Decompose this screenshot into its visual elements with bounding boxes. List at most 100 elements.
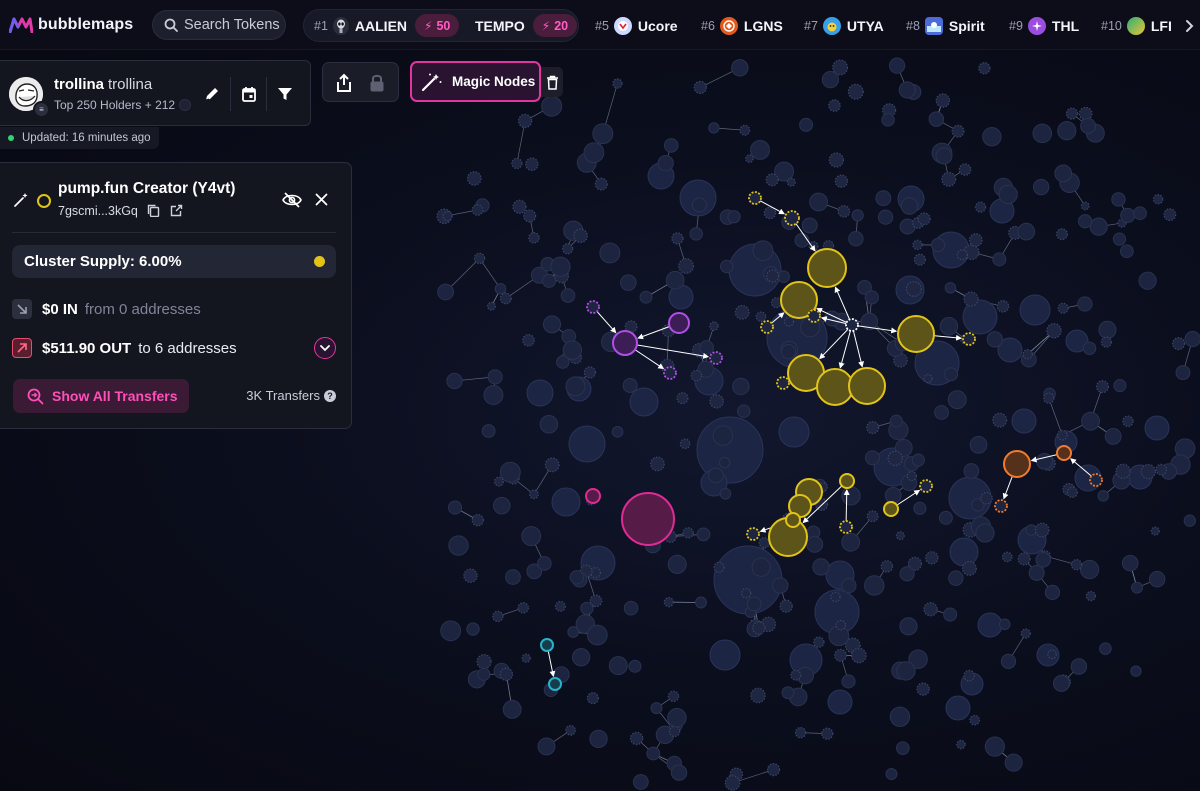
cluster-bubble[interactable] <box>1056 445 1072 461</box>
lock-button[interactable] <box>369 73 385 98</box>
contract-bubble[interactable] <box>956 249 968 261</box>
copy-icon[interactable] <box>147 204 160 218</box>
contract-bubble[interactable] <box>544 457 560 473</box>
holder-bubble[interactable] <box>493 496 511 515</box>
contract-bubble[interactable] <box>1172 337 1186 351</box>
contract-bubble[interactable] <box>713 561 725 573</box>
contract-bubble[interactable] <box>980 491 993 505</box>
holder-bubble[interactable] <box>1131 581 1143 594</box>
contract-bubble[interactable] <box>679 438 691 450</box>
contract-bubble[interactable] <box>523 209 537 223</box>
holder-bubble[interactable] <box>1148 570 1166 588</box>
contract-bubble[interactable] <box>1066 486 1078 499</box>
holder-bubble[interactable] <box>551 487 581 517</box>
contract-bubble[interactable] <box>528 232 540 244</box>
holder-bubble[interactable] <box>1057 121 1077 141</box>
cluster-contract-bubble[interactable] <box>994 499 1008 513</box>
contract-bubble[interactable] <box>821 727 834 740</box>
contract-bubble[interactable] <box>589 594 603 608</box>
cluster-contract-bubble[interactable] <box>845 318 859 332</box>
holder-bubble[interactable] <box>799 117 814 132</box>
holder-bubble[interactable] <box>875 190 892 207</box>
contract-bubble[interactable] <box>906 470 917 482</box>
holder-bubble[interactable] <box>537 556 552 571</box>
contract-bubble[interactable] <box>1056 429 1068 441</box>
contract-bubble[interactable] <box>529 489 539 500</box>
cluster-bubble[interactable] <box>540 638 554 652</box>
holder-bubble[interactable] <box>1079 559 1100 580</box>
holder-bubble[interactable] <box>628 659 642 673</box>
edit-button[interactable] <box>201 83 223 105</box>
holder-bubble[interactable] <box>663 138 679 153</box>
contract-bubble[interactable] <box>750 687 766 704</box>
contract-bubble[interactable] <box>895 531 905 541</box>
holder-bubble[interactable] <box>1011 408 1037 434</box>
holder-bubble[interactable] <box>487 369 503 385</box>
contract-bubble[interactable] <box>668 725 681 738</box>
holder-bubble[interactable] <box>1111 192 1126 207</box>
holder-bubble[interactable] <box>1130 665 1142 677</box>
holder-bubble[interactable] <box>632 774 649 790</box>
holder-bubble[interactable] <box>1121 554 1139 572</box>
date-range-button[interactable] <box>238 83 260 105</box>
holder-bubble[interactable] <box>1044 584 1061 601</box>
holder-bubble[interactable] <box>1098 320 1117 339</box>
cluster-bubble[interactable] <box>548 677 562 691</box>
holder-bubble[interactable] <box>1077 296 1093 312</box>
share-button[interactable] <box>335 73 353 98</box>
holder-bubble[interactable] <box>945 695 971 721</box>
contract-bubble[interactable] <box>837 204 851 218</box>
holder-bubble[interactable] <box>913 501 927 515</box>
contract-bubble[interactable] <box>667 690 680 703</box>
holder-bubble[interactable] <box>1112 232 1127 246</box>
contract-bubble[interactable] <box>828 99 841 112</box>
contract-bubble[interactable] <box>473 252 486 265</box>
contract-bubble[interactable] <box>963 291 979 307</box>
contract-bubble[interactable] <box>1115 463 1131 479</box>
contract-bubble[interactable] <box>517 113 533 129</box>
holder-bubble[interactable] <box>542 273 557 288</box>
holder-bubble[interactable] <box>1133 206 1147 221</box>
holder-bubble[interactable] <box>709 639 741 671</box>
contract-bubble[interactable] <box>678 258 695 274</box>
cluster-contract-bubble[interactable] <box>748 191 762 205</box>
holder-bubble[interactable] <box>864 290 879 305</box>
holder-bubble[interactable] <box>982 127 1002 147</box>
contract-bubble[interactable] <box>978 62 991 75</box>
contract-bubble[interactable] <box>992 412 1008 428</box>
external-link-icon[interactable] <box>170 204 183 217</box>
holder-bubble[interactable] <box>1052 674 1070 692</box>
holder-bubble[interactable] <box>622 377 638 393</box>
holder-bubble[interactable] <box>696 527 711 542</box>
contract-bubble[interactable] <box>442 211 453 222</box>
holder-bubble[interactable] <box>695 596 707 609</box>
holder-bubble[interactable] <box>827 689 853 715</box>
holder-bubble[interactable] <box>772 577 789 594</box>
holder-bubble[interactable] <box>1104 428 1122 445</box>
contract-bubble[interactable] <box>499 667 514 682</box>
holder-bubble[interactable] <box>599 242 621 264</box>
holder-bubble[interactable] <box>944 367 959 382</box>
holder-bubble[interactable] <box>998 618 1011 631</box>
holder-bubble[interactable] <box>583 142 605 164</box>
holder-bubble[interactable] <box>550 256 571 277</box>
contract-bubble[interactable] <box>783 316 795 327</box>
contract-bubble[interactable] <box>763 206 777 220</box>
holder-bubble[interactable] <box>812 558 830 576</box>
holder-bubble[interactable] <box>707 467 724 484</box>
cluster-contract-bubble[interactable] <box>1089 473 1103 487</box>
contract-bubble[interactable] <box>463 568 478 583</box>
holder-bubble[interactable] <box>1120 207 1136 223</box>
contract-bubble[interactable] <box>471 204 484 216</box>
cluster-contract-bubble[interactable] <box>962 332 976 346</box>
holder-bubble[interactable] <box>750 139 770 160</box>
contract-bubble[interactable] <box>851 647 867 664</box>
holder-bubble[interactable] <box>1078 214 1093 229</box>
holder-bubble[interactable] <box>699 340 714 355</box>
holder-bubble[interactable] <box>646 746 661 761</box>
contract-bubble[interactable] <box>682 527 694 539</box>
close-panel-button[interactable] <box>315 193 328 211</box>
scroll-right-button[interactable] <box>1184 9 1194 42</box>
holder-bubble[interactable] <box>898 81 916 99</box>
contract-bubble[interactable] <box>1057 302 1069 314</box>
